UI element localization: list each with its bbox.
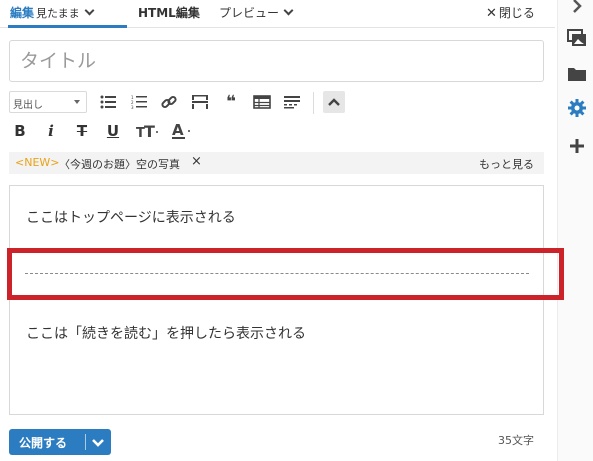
chevron-right-icon[interactable] <box>567 0 587 16</box>
blockquote-icon[interactable]: ❝ <box>220 91 242 113</box>
right-sidebar <box>557 0 593 461</box>
chevron-down-icon[interactable] <box>91 435 105 449</box>
images-icon[interactable] <box>567 28 587 48</box>
chevron-down-icon[interactable] <box>283 5 294 16</box>
close-icon: ✕ <box>486 6 497 21</box>
tab-edit-label: 編集 <box>10 6 35 20</box>
font-size-icon[interactable]: TT <box>134 120 162 142</box>
underline-icon[interactable]: U <box>102 120 124 142</box>
numbered-list-icon[interactable]: 123 <box>128 91 150 113</box>
chevron-down-icon[interactable] <box>84 5 95 16</box>
collapse-toolbar-button[interactable] <box>323 91 345 113</box>
publish-button[interactable]: 公開する <box>9 429 111 455</box>
tab-edit-wysiwyg[interactable]: 編集 見たまま <box>10 4 95 21</box>
remove-tag-icon[interactable]: × <box>191 154 202 169</box>
editor-body[interactable]: ここはトップページに表示される ここは「続きを読む」を押したら表示される <box>9 185 544 415</box>
svg-text:T: T <box>144 123 155 139</box>
toolbar-row-2: B i T U TT A <box>9 120 309 144</box>
plus-icon[interactable] <box>567 136 587 156</box>
svg-text:A: A <box>172 122 184 139</box>
horizontal-rule-icon[interactable] <box>189 91 211 113</box>
gear-icon[interactable] <box>567 98 587 118</box>
tab-edit-mode-label: 見たまま <box>36 7 80 20</box>
heading-select-value: 見出し <box>13 100 43 111</box>
character-count: 35文字 <box>498 434 534 447</box>
new-badge: <NEW> <box>15 156 60 169</box>
link-icon[interactable] <box>158 91 180 113</box>
tab-preview[interactable]: プレビュー <box>219 4 294 21</box>
active-tab-indicator <box>8 25 127 28</box>
topic-tag-bar: <NEW> 〈今週のお題〉空の写真 × もっと見る <box>9 152 544 174</box>
publish-label: 公開する <box>19 436 68 450</box>
italic-icon[interactable]: i <box>40 120 62 142</box>
editor-tab-bar: 編集 見たまま HTML編集 プレビュー ✕ 閉じる <box>0 0 555 28</box>
see-more-link[interactable]: もっと見る <box>479 156 534 172</box>
toolbar-divider <box>313 92 314 114</box>
tab-preview-label: プレビュー <box>219 6 280 20</box>
read-more-icon[interactable] <box>281 91 303 113</box>
table-icon[interactable] <box>251 91 273 113</box>
text-color-icon[interactable]: A <box>169 120 197 142</box>
close-label: 閉じる <box>498 6 535 20</box>
paragraph-after-more[interactable]: ここは「続きを読む」を押したら表示される <box>26 323 306 343</box>
paragraph-top[interactable]: ここはトップページに表示される <box>26 207 236 227</box>
topic-tag[interactable]: 〈今週のお題〉空の写真 <box>59 156 180 172</box>
caret-down-icon <box>74 100 80 104</box>
heading-select[interactable]: 見出し <box>9 91 87 113</box>
tab-html-edit[interactable]: HTML編集 <box>138 4 200 21</box>
toolbar-row-1: 見出し 123 ❝ <box>9 91 544 115</box>
bold-icon[interactable]: B <box>9 120 31 142</box>
title-input[interactable] <box>9 40 544 82</box>
bullet-list-icon[interactable] <box>97 91 119 113</box>
strikethrough-icon[interactable]: T <box>71 120 93 142</box>
folder-icon[interactable] <box>567 64 587 84</box>
close-button[interactable]: ✕ 閉じる <box>486 4 535 21</box>
svg-text:3: 3 <box>131 105 134 109</box>
highlight-annotation-box <box>7 248 564 300</box>
publish-divider <box>85 434 86 450</box>
